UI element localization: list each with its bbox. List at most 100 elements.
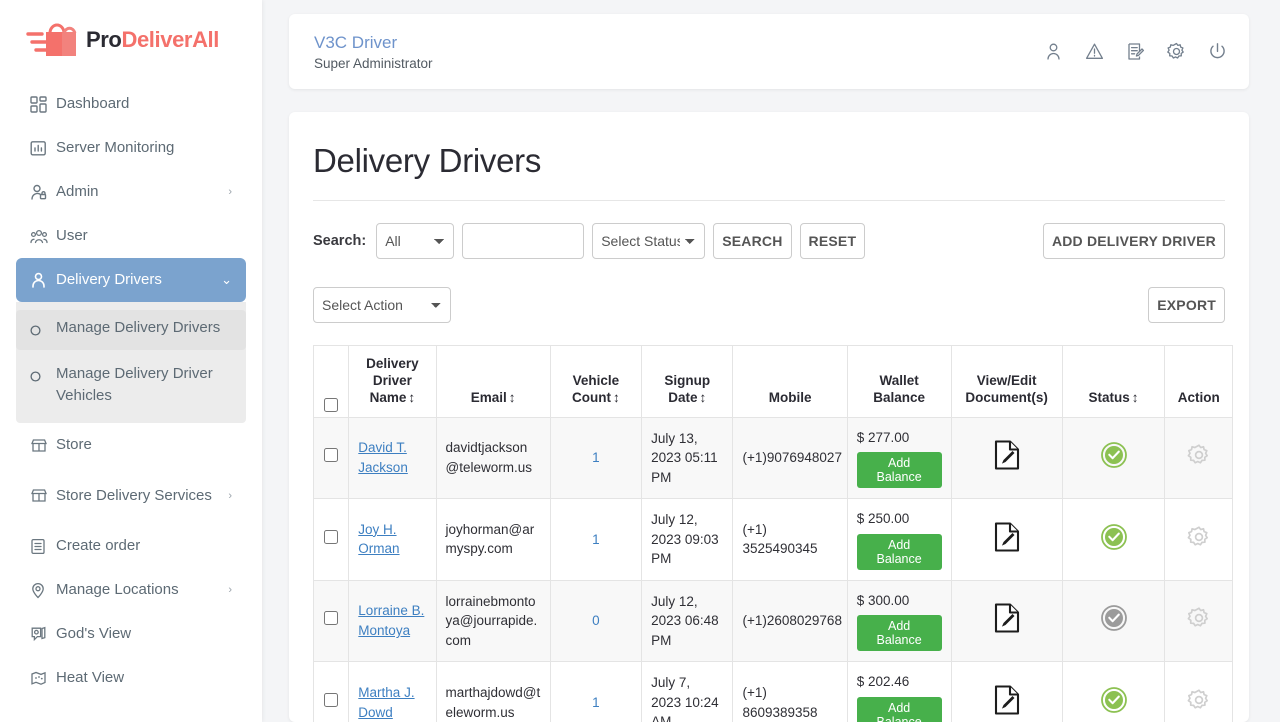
sidebar-item-label: Server Monitoring [56, 139, 175, 157]
sidebar-item-label: User [56, 227, 88, 245]
add-balance-button[interactable]: Add Balance [856, 452, 942, 489]
table-header-name[interactable]: Delivery Driver Name ↕ [348, 345, 437, 418]
cell-wallet-balance: $ 277.00 Add Balance [846, 416, 952, 500]
status-filter-select[interactable]: Select Status [592, 223, 706, 259]
power-icon[interactable] [1208, 42, 1227, 61]
reset-button[interactable]: RESET [799, 223, 866, 259]
table-header-status[interactable]: Status ↕ [1061, 345, 1166, 418]
select-all-checkbox[interactable] [324, 397, 339, 412]
sort-icon[interactable]: ↕ [613, 390, 620, 407]
cell-mobile: (+1) 8609389358 [732, 661, 848, 722]
search-input[interactable] [462, 223, 585, 259]
gear-icon[interactable] [1167, 42, 1186, 61]
sidebar-item-gods-view[interactable]: God's View [16, 612, 246, 656]
sidebar-item-heat-view[interactable]: Heat View [16, 656, 246, 700]
driver-name-link[interactable]: Joy H. Orman [358, 522, 399, 557]
sidebar-item-admin[interactable]: Admin › [16, 170, 246, 214]
sidebar-item-server-monitoring[interactable]: Server Monitoring [16, 126, 246, 170]
topbar-title: V3C Driver [314, 33, 398, 53]
sidebar-item-label: Dashboard [56, 95, 130, 113]
add-delivery-driver-button[interactable]: ADD DELIVERY DRIVER [1042, 223, 1225, 259]
status-badge-active-icon[interactable] [1100, 686, 1127, 716]
vehicle-count-link[interactable]: 1 [592, 695, 600, 710]
row-select-cell [312, 416, 350, 500]
cell-mobile: (+1)9076948027 [732, 416, 848, 500]
driver-name-link[interactable]: David T. Jackson [358, 440, 408, 475]
chevron-right-icon: › [228, 584, 232, 597]
driver-name-link[interactable]: Lorraine B. Montoya [358, 603, 424, 638]
topbar-subtitle: Super Administrator [314, 55, 433, 71]
document-edit-icon[interactable] [994, 685, 1020, 718]
search-button[interactable]: SEARCH [713, 223, 792, 259]
export-button[interactable]: EXPORT [1148, 287, 1225, 323]
table-header-mobile: Mobile [732, 345, 848, 418]
table-header-email[interactable]: Email ↕ [435, 345, 551, 418]
vehicle-count-link[interactable]: 1 [592, 532, 600, 547]
status-badge-active-icon[interactable] [1100, 442, 1127, 471]
sidebar-item-manage-delivery-drivers[interactable]: Manage Delivery Drivers [16, 310, 246, 350]
brand-name: ProDeliverAll [86, 27, 219, 53]
row-settings-gear-icon[interactable] [1187, 688, 1211, 715]
sort-icon[interactable]: ↕ [509, 390, 516, 407]
sidebar-item-manage-locations[interactable]: Manage Locations › [16, 568, 246, 612]
row-settings-gear-icon[interactable] [1187, 606, 1211, 633]
row-select-cell [312, 579, 350, 663]
sidebar-item-store-delivery-services[interactable]: Store Delivery Services › [16, 467, 246, 524]
sidebar-nav: Dashboard Server Monitoring Admin › User… [0, 80, 262, 700]
row-checkbox[interactable] [324, 448, 339, 463]
page-title: Delivery Drivers [313, 142, 1225, 201]
header-label: Status [1088, 389, 1130, 405]
add-balance-button[interactable]: Add Balance [856, 533, 942, 570]
row-checkbox[interactable] [324, 692, 339, 707]
map-eye-icon [30, 626, 56, 643]
search-scope-select[interactable]: All [376, 223, 455, 259]
chevron-right-icon: › [228, 489, 232, 502]
driver-name-link[interactable]: Martha J. Dowd [358, 685, 414, 720]
edit-note-icon[interactable] [1126, 42, 1145, 61]
sidebar-item-create-order[interactable]: Create order [16, 524, 246, 568]
sidebar-submenu-delivery-drivers: Manage Delivery Drivers Manage Delivery … [16, 302, 246, 424]
row-settings-gear-icon[interactable] [1187, 443, 1211, 470]
sidebar-item-user[interactable]: User [16, 214, 246, 258]
cell-documents [950, 416, 1063, 500]
warning-triangle-icon[interactable] [1085, 42, 1104, 61]
topbar-user-info: V3C Driver Super Administrator [314, 32, 1044, 70]
vehicle-count-link[interactable]: 1 [592, 450, 600, 465]
cell-driver-name: David T. Jackson [348, 416, 437, 500]
row-checkbox[interactable] [324, 529, 339, 544]
document-edit-icon[interactable] [994, 522, 1020, 555]
row-settings-gear-icon[interactable] [1187, 525, 1211, 552]
table-row: Joy H. Orman joyhorman@armyspy.com 1 July 1… [312, 498, 1233, 581]
sidebar-item-store[interactable]: Store [16, 423, 246, 467]
sidebar-item-label: Delivery Drivers [56, 271, 162, 289]
add-balance-button[interactable]: Add Balance [856, 615, 942, 652]
sidebar-item-dashboard[interactable]: Dashboard [16, 82, 246, 126]
profile-icon[interactable] [1044, 42, 1063, 61]
status-badge-inactive-icon[interactable] [1100, 605, 1127, 634]
document-list-icon [30, 538, 56, 555]
brand-logo[interactable]: ProDeliverAll [0, 0, 262, 80]
status-badge-active-icon[interactable] [1100, 523, 1127, 553]
sidebar-item-manage-delivery-driver-vehicles[interactable]: Manage Delivery Driver Vehicles [16, 356, 246, 414]
vehicle-count-link[interactable]: 0 [592, 613, 600, 628]
main-content: V3C Driver Super Administrator Delivery … [262, 0, 1280, 722]
document-edit-icon[interactable] [994, 603, 1020, 636]
table-header-signup-date[interactable]: Signup Date ↕ [641, 345, 734, 418]
document-edit-icon[interactable] [994, 440, 1020, 473]
sort-icon[interactable]: ↕ [700, 390, 707, 407]
sidebar-item-label: God's View [56, 625, 132, 643]
cell-vehicle-count: 0 [549, 579, 643, 663]
dashboard-grid-icon [30, 95, 56, 113]
cell-action [1164, 661, 1233, 722]
sort-icon[interactable]: ↕ [408, 390, 415, 407]
cell-status [1061, 498, 1166, 581]
row-checkbox[interactable] [324, 611, 339, 626]
sidebar-item-delivery-drivers[interactable]: Delivery Drivers ⌄ [16, 258, 246, 302]
cell-wallet-balance: $ 250.00 Add Balance [846, 498, 952, 581]
header-label: Wallet Balance [873, 372, 925, 405]
bar-chart-icon [30, 140, 56, 157]
sort-icon[interactable]: ↕ [1132, 390, 1139, 407]
add-balance-button[interactable]: Add Balance [856, 696, 942, 722]
bulk-action-select[interactable]: Select Action [313, 287, 451, 323]
table-header-vehicle-count[interactable]: Vehicle Count ↕ [549, 345, 643, 418]
